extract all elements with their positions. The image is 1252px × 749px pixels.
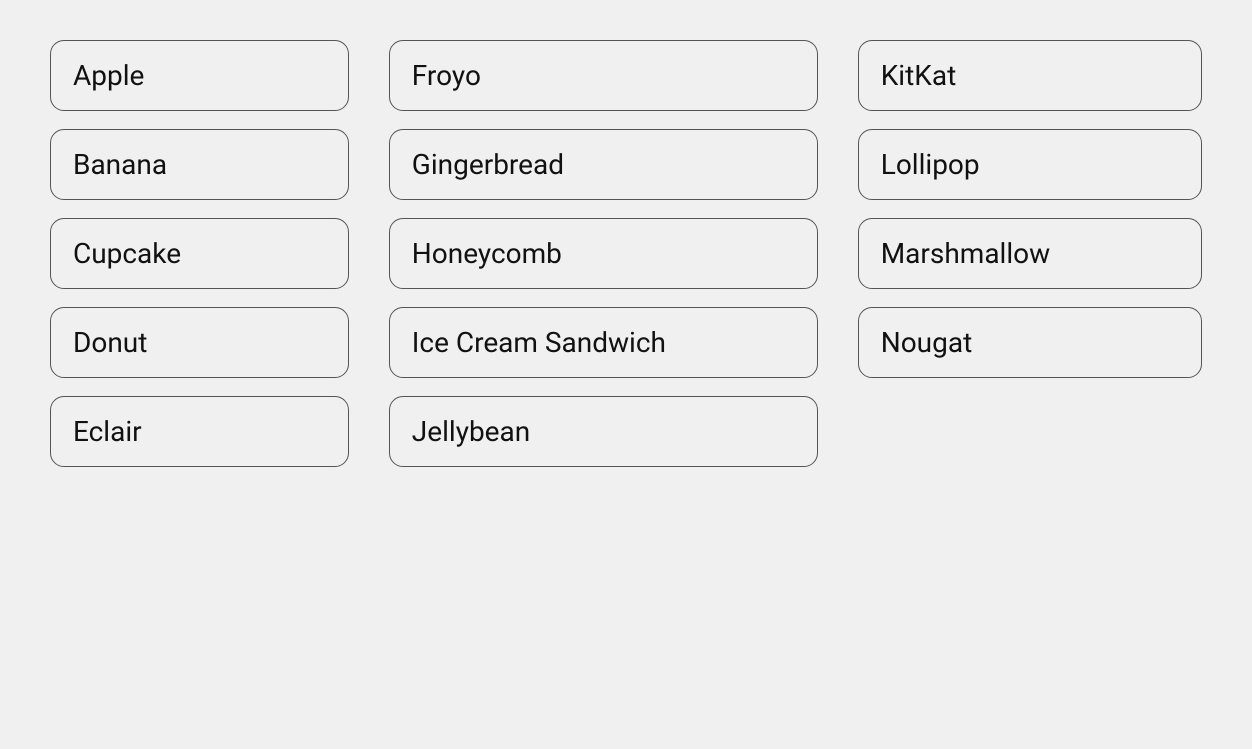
chip-kitkat[interactable]: KitKat (858, 40, 1202, 111)
chip-honeycomb[interactable]: Honeycomb (389, 218, 818, 289)
chip-nougat[interactable]: Nougat (858, 307, 1202, 378)
chip-froyo[interactable]: Froyo (389, 40, 818, 111)
column-col3: KitKat Lollipop Marshmallow Nougat (838, 30, 1222, 388)
chip-apple[interactable]: Apple (50, 40, 349, 111)
chip-ice-cream-sandwich[interactable]: Ice Cream Sandwich (389, 307, 818, 378)
chip-lollipop[interactable]: Lollipop (858, 129, 1202, 200)
main-grid: Apple Banana Cupcake Donut Eclair Froyo Ginger… (0, 0, 1252, 507)
chip-gingerbread[interactable]: Gingerbread (389, 129, 818, 200)
chip-banana[interactable]: Banana (50, 129, 349, 200)
chip-donut[interactable]: Donut (50, 307, 349, 378)
chip-marshmallow[interactable]: Marshmallow (858, 218, 1202, 289)
chip-cupcake[interactable]: Cupcake (50, 218, 349, 289)
chip-eclair[interactable]: Eclair (50, 396, 349, 467)
column-col2: Froyo Gingerbread Honeycomb Ice Cream Sandw… (369, 30, 838, 477)
chip-jellybean[interactable]: Jellybean (389, 396, 818, 467)
column-col1: Apple Banana Cupcake Donut Eclair (30, 30, 369, 477)
